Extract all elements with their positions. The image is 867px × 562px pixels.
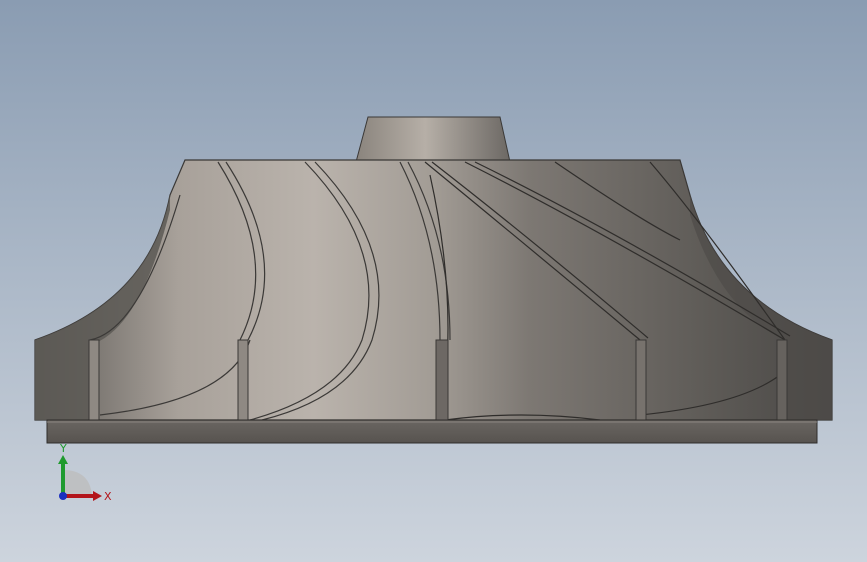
triad-xy-plane (63, 470, 92, 496)
triad-y-arrow (58, 455, 68, 464)
impeller-model[interactable] (0, 0, 867, 562)
graphics-viewport[interactable]: Y X (0, 0, 867, 562)
triad-x-label: X (104, 490, 112, 503)
hub-top (355, 116, 511, 163)
base-plate (46, 419, 818, 444)
triad-z-axis (59, 492, 67, 500)
triad-y-label: Y (59, 442, 67, 455)
coordinate-triad: Y X (58, 442, 112, 503)
triad-x-arrow (93, 491, 102, 501)
